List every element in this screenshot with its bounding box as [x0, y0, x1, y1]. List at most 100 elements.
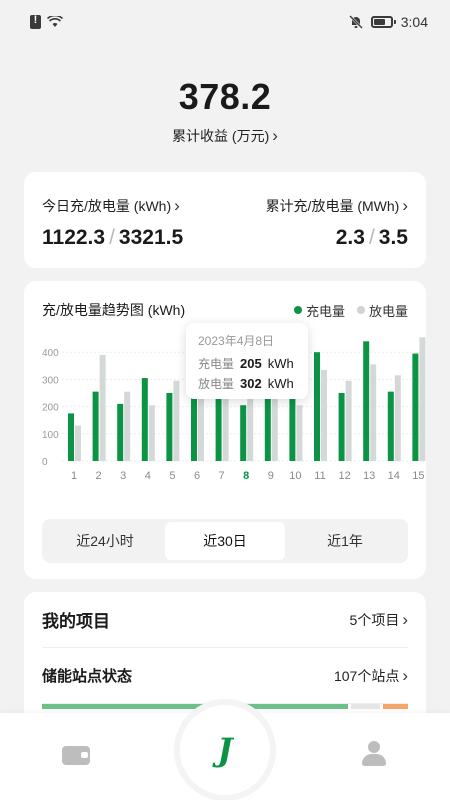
- x-tick-label: 7: [219, 470, 225, 482]
- bar-discharge: [419, 337, 426, 461]
- tab-30-days[interactable]: 近30日: [165, 522, 285, 560]
- x-tick-label: 3: [120, 470, 126, 482]
- value-separator: /: [109, 226, 115, 249]
- tab-24-hours[interactable]: 近24小时: [45, 522, 165, 560]
- chart-tooltip: 2023年4月8日 充电量 205 kWh 放电量 302 kWh: [186, 323, 308, 399]
- today-energy-link[interactable]: 今日充/放电量 (kWh) › 1122.3/3321.5: [42, 196, 183, 268]
- bar-charge: [363, 341, 370, 461]
- mute-bell-icon: [348, 15, 363, 29]
- x-tick-label: 2: [96, 470, 102, 482]
- bar-charge: [117, 403, 124, 461]
- station-status-row[interactable]: 储能站点状态 107个站点 ›: [42, 648, 408, 704]
- today-discharge-value: 3321.5: [118, 226, 184, 249]
- bar-discharge: [394, 375, 401, 461]
- user-icon[interactable]: [362, 741, 386, 767]
- x-tick-label: 1: [71, 470, 77, 482]
- x-tick-label: 11: [314, 470, 325, 482]
- total-revenue-link[interactable]: 累计收益 (万元) ›: [172, 126, 278, 146]
- status-bar: 3:04: [0, 0, 450, 44]
- bar-discharge: [321, 369, 327, 461]
- chevron-right-icon: ›: [174, 196, 180, 215]
- legend-discharge-dot: [356, 306, 365, 314]
- tab-1-year[interactable]: 近1年: [285, 522, 405, 560]
- bar-charge: [338, 393, 345, 461]
- y-tick-label: 100: [42, 430, 59, 441]
- total-revenue-label: 累计收益 (万元): [172, 128, 270, 144]
- today-energy-label: 今日充/放电量 (kWh): [42, 198, 172, 214]
- total-energy-link[interactable]: 累计充/放电量 (MWh) › 2.3/3.5: [266, 196, 408, 268]
- chevron-right-icon: ›: [272, 126, 278, 145]
- home-button[interactable]: J: [180, 705, 270, 795]
- bar-charge: [92, 391, 99, 461]
- revenue-summary: 378.2 累计收益 (万元) ›: [0, 76, 450, 146]
- my-projects-row[interactable]: 我的项目 5个项目 ›: [42, 592, 408, 648]
- energy-summary-card: 今日充/放电量 (kWh) › 1122.3/3321.5 累计充/放电量 (MW…: [24, 172, 426, 268]
- bar-charge: [412, 353, 419, 461]
- tooltip-discharge-value: 302: [240, 376, 262, 391]
- x-tick-label: 9: [268, 470, 274, 482]
- sim-alert-icon: [30, 14, 41, 29]
- bar-discharge: [345, 380, 352, 461]
- chevron-right-icon: ›: [402, 609, 408, 629]
- bar-discharge: [370, 364, 377, 461]
- today-charge-value: 1122.3: [42, 226, 106, 249]
- station-status-segment: [351, 704, 380, 709]
- wifi-icon: [47, 16, 63, 27]
- chart-title: 充/放电量趋势图 (kWh): [42, 302, 186, 318]
- chart-legend: 充电量 放电量: [293, 301, 408, 320]
- total-discharge-value: 3.5: [378, 226, 408, 249]
- x-tick-label: 14: [388, 470, 400, 482]
- home-logo-icon: J: [217, 731, 233, 769]
- x-tick-label: 13: [363, 470, 375, 482]
- bar-charge: [314, 352, 320, 461]
- wallet-icon[interactable]: [62, 743, 90, 765]
- tooltip-date: 2023年4月8日: [198, 334, 275, 348]
- x-tick-label: 15: [412, 470, 424, 482]
- bar-discharge: [124, 391, 131, 461]
- legend-discharge-label: 放电量: [368, 303, 408, 319]
- total-charge-value: 2.3: [335, 226, 365, 249]
- bar-charge: [240, 405, 247, 461]
- x-tick-label: 12: [338, 470, 350, 482]
- bar-charge: [215, 391, 222, 461]
- chevron-right-icon: ›: [402, 196, 408, 215]
- bar-charge: [166, 393, 173, 461]
- time-range-tabs: 近24小时 近30日 近1年: [42, 519, 408, 563]
- tooltip-charge-label: 充电量: [198, 357, 235, 371]
- y-tick-label: 400: [42, 348, 59, 359]
- y-tick-label: 200: [42, 403, 59, 414]
- my-projects-title: 我的项目: [42, 612, 110, 631]
- bar-discharge: [173, 380, 180, 461]
- tooltip-discharge-unit: kWh: [267, 376, 294, 391]
- station-status-segment: [382, 704, 408, 709]
- tooltip-discharge-label: 放电量: [198, 377, 235, 391]
- project-count: 5个项目: [349, 611, 400, 628]
- legend-charge-label: 充电量: [305, 303, 345, 319]
- bar-charge: [387, 391, 394, 461]
- x-tick-label: 10: [289, 470, 301, 482]
- x-tick-label: 4: [145, 470, 151, 482]
- bottom-nav: J: [0, 705, 450, 800]
- bar-discharge: [99, 354, 106, 461]
- total-energy-label: 累计充/放电量 (MWh): [265, 198, 400, 214]
- tooltip-charge-unit: kWh: [267, 356, 294, 371]
- bar-charge: [141, 378, 148, 461]
- x-tick-label: 6: [194, 470, 200, 482]
- clock-time: 3:04: [400, 14, 428, 30]
- legend-discharge[interactable]: 放电量: [356, 301, 408, 320]
- chevron-right-icon: ›: [402, 665, 408, 685]
- legend-charge[interactable]: 充电量: [293, 301, 345, 320]
- value-separator: /: [368, 226, 375, 249]
- tooltip-charge-value: 205: [240, 356, 262, 371]
- battery-icon: [370, 16, 396, 28]
- y-tick-label: 300: [42, 375, 59, 386]
- bar-discharge: [148, 405, 155, 461]
- energy-trend-card: 充/放电量趋势图 (kWh) 充电量 放电量 01002003004005001…: [24, 281, 426, 579]
- total-revenue-value: 378.2: [178, 76, 272, 117]
- x-tick-label: 5: [169, 470, 175, 482]
- bar-discharge: [296, 405, 303, 461]
- bar-charge: [68, 413, 74, 461]
- x-tick-label: 8: [243, 470, 249, 482]
- station-status-title: 储能站点状态: [42, 668, 133, 685]
- bar-discharge: [75, 425, 81, 461]
